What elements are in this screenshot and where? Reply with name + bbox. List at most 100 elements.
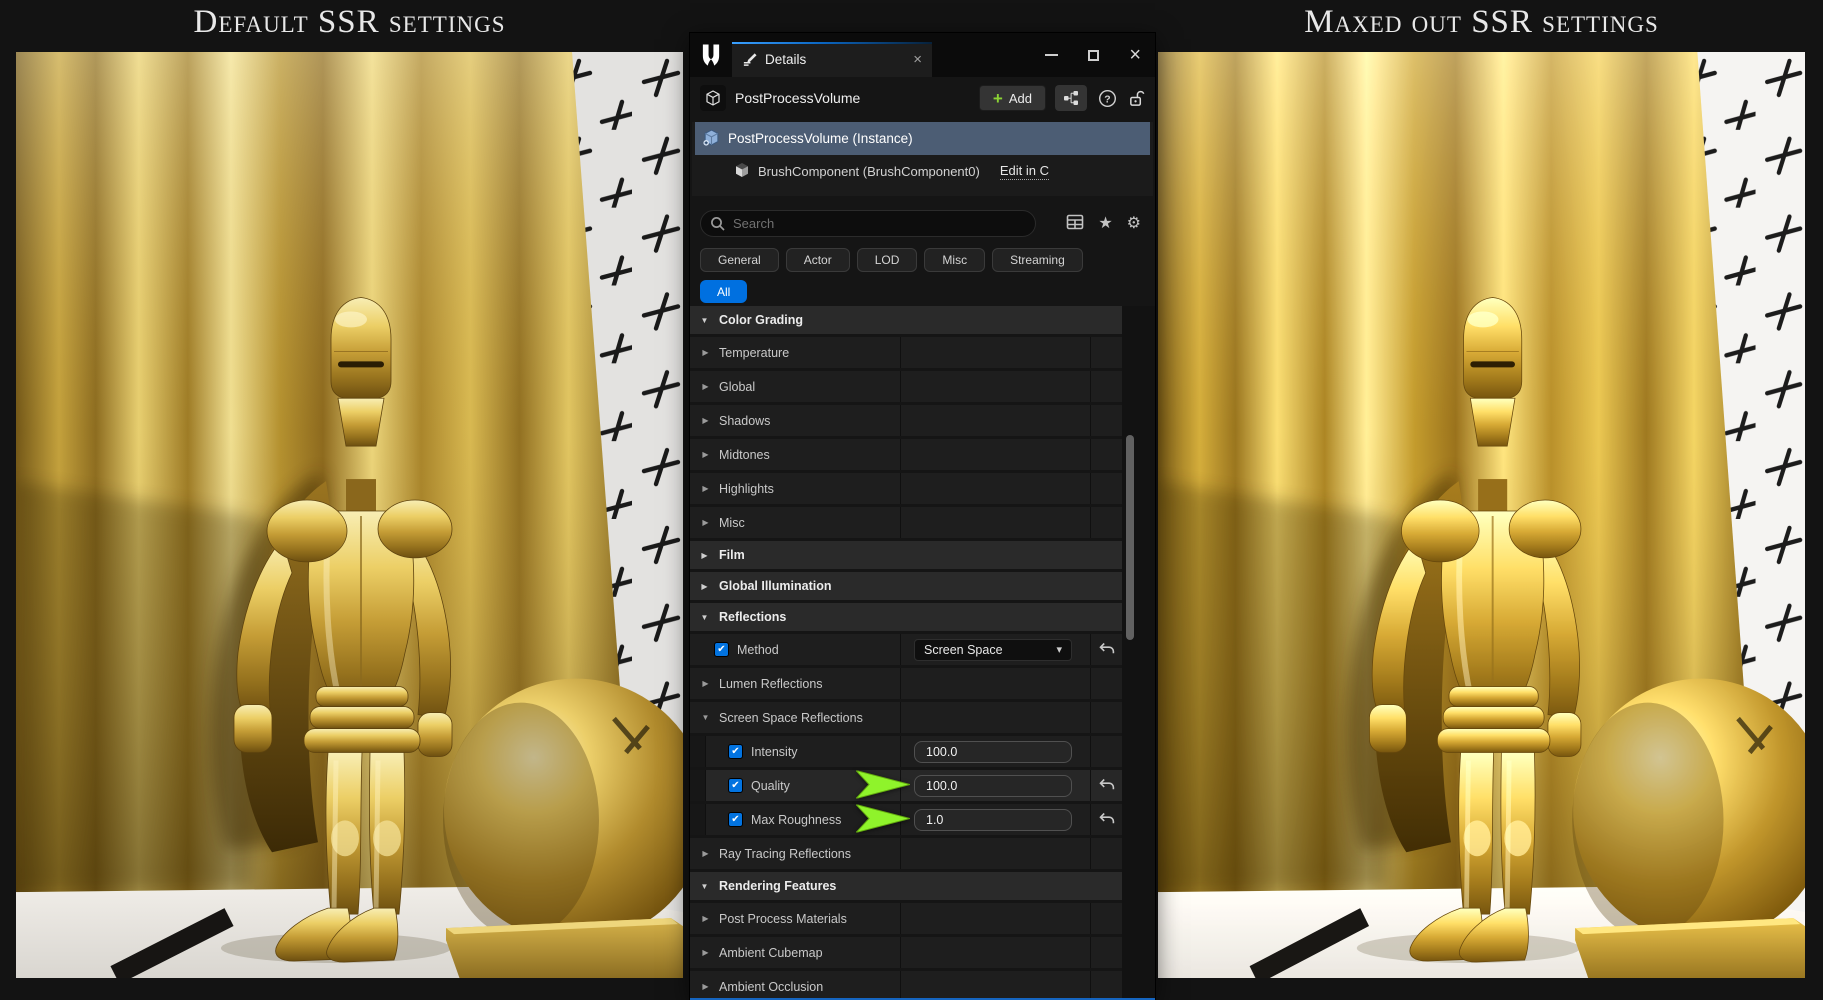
collapsed-triangle-icon[interactable]: ▶: [700, 450, 711, 459]
group-temperature-row[interactable]: ▶Temperature: [690, 337, 1122, 368]
details-panel: Details × × PostProcessVolume + Add ?: [690, 33, 1155, 1000]
property-label: Shadows: [719, 414, 770, 428]
property-intensity-row[interactable]: ✔Intensity100.0: [690, 736, 1122, 767]
add-button[interactable]: + Add: [979, 85, 1046, 111]
filter-general-button[interactable]: General: [700, 248, 779, 272]
category-rendering-features[interactable]: ▼ Rendering Features: [690, 872, 1122, 900]
category-color-grading[interactable]: ▼Color Grading: [690, 306, 1122, 334]
reset-to-default-button[interactable]: [1099, 642, 1115, 658]
group-highlights-row[interactable]: ▶ Highlights: [690, 473, 1122, 504]
plus-icon: +: [993, 90, 1003, 107]
property-label: Highlights: [719, 482, 774, 496]
tab-details[interactable]: Details ×: [732, 42, 932, 77]
method-checkbox[interactable]: ✔: [714, 642, 729, 657]
collapsed-triangle-icon[interactable]: ▶: [699, 582, 710, 591]
group-post-process-materials-row[interactable]: ▶Post Process Materials: [690, 903, 1122, 934]
details-toolbar: PostProcessVolume + Add ?: [690, 77, 1155, 119]
brush-component-row[interactable]: BrushComponent (BrushComponent0) Edit in…: [692, 155, 1153, 188]
category-reflections[interactable]: ▼Reflections: [690, 603, 1122, 631]
search-icon: [710, 216, 726, 235]
window-controls: ×: [1045, 33, 1141, 77]
collapsed-triangle-icon[interactable]: ▶: [700, 484, 711, 493]
group-shadows-row[interactable]: ▶ Shadows: [690, 405, 1122, 436]
search-input[interactable]: [733, 211, 1025, 236]
group-ambient-cubemap-row[interactable]: ▶Ambient Cubemap: [690, 937, 1122, 968]
category-global-illumination[interactable]: ▶Global Illumination: [690, 572, 1122, 600]
group-lumen-reflections-row[interactable]: ▶ Lumen Reflections: [690, 668, 1122, 699]
property-label: Quality: [751, 779, 790, 793]
filter-streaming-button[interactable]: Streaming: [992, 248, 1083, 272]
details-tab-icon: [742, 51, 757, 69]
window-maximize-button[interactable]: [1088, 50, 1099, 61]
favorites-star-icon[interactable]: ★: [1098, 216, 1112, 232]
reset-to-default-button[interactable]: [1099, 812, 1115, 828]
collapsed-triangle-icon[interactable]: ▶: [700, 679, 711, 688]
collapsed-triangle-icon[interactable]: ▶: [700, 348, 711, 357]
property-method-row[interactable]: ✔ Method Screen Space▾: [690, 634, 1122, 665]
reset-to-default-button[interactable]: [1099, 778, 1115, 794]
scrollbar-thumb[interactable]: [1126, 435, 1134, 640]
edit-in-cpp-link[interactable]: Edit in C: [1000, 163, 1049, 180]
green-highlight-arrow-icon: [856, 770, 910, 801]
category-filter-buttons: General Actor LODMisc Streaming: [700, 248, 1083, 272]
display-options-grid-icon[interactable]: [1066, 213, 1084, 234]
category-label: Rendering Features: [719, 879, 836, 893]
collapsed-triangle-icon[interactable]: ▶: [700, 982, 711, 991]
quality-checkbox[interactable]: ✔: [728, 778, 743, 793]
component-hierarchy-button[interactable]: [1055, 85, 1087, 111]
add-button-label: Add: [1009, 91, 1032, 106]
expanded-triangle-icon[interactable]: ▼: [700, 713, 711, 722]
method-dropdown[interactable]: Screen Space▾: [914, 639, 1072, 661]
property-label: Ray Tracing Reflections: [719, 847, 851, 861]
collapsed-triangle-icon[interactable]: ▶: [700, 948, 711, 957]
property-quality-row[interactable]: ✔ Quality 100.0: [690, 770, 1122, 801]
max-roughness-checkbox[interactable]: ✔: [728, 812, 743, 827]
tab-label: Details: [765, 52, 806, 67]
window-close-button[interactable]: ×: [1129, 45, 1141, 65]
selected-object-name: PostProcessVolume: [735, 90, 860, 106]
unlock-icon[interactable]: [1128, 89, 1145, 107]
search-box[interactable]: [700, 210, 1036, 237]
component-tree: PostProcessVolume (Instance) BrushCompon…: [692, 122, 1153, 196]
quality-input[interactable]: 100.0: [914, 775, 1072, 797]
expanded-triangle-icon[interactable]: ▼: [699, 882, 710, 891]
settings-gear-icon[interactable]: ⚙: [1127, 216, 1141, 232]
property-label: Lumen Reflections: [719, 677, 823, 691]
group-screen-space-reflections-row[interactable]: ▼Screen Space Reflections: [690, 702, 1122, 733]
window-minimize-button[interactable]: [1045, 54, 1058, 56]
expanded-triangle-icon[interactable]: ▼: [699, 613, 710, 622]
collapsed-triangle-icon[interactable]: ▶: [700, 518, 711, 527]
property-label: Global: [719, 380, 755, 394]
tab-close-icon[interactable]: ×: [913, 51, 922, 68]
filter-all-button[interactable]: All: [700, 280, 747, 303]
group-ray-tracing-reflections-row[interactable]: ▶ Ray Tracing Reflections: [690, 838, 1122, 869]
filter-lod-button[interactable]: LOD: [857, 248, 918, 272]
max-roughness-input[interactable]: 1.0: [914, 809, 1072, 831]
group-misc-row[interactable]: ▶Misc: [690, 507, 1122, 538]
scrollbar-track[interactable]: [1122, 306, 1155, 998]
category-film[interactable]: ▶Film: [690, 541, 1122, 569]
intensity-input[interactable]: 100.0: [914, 741, 1072, 763]
search-row: ★ ⚙: [698, 210, 1147, 238]
collapsed-triangle-icon[interactable]: ▶: [700, 849, 711, 858]
search-side-icons: ★ ⚙: [1066, 213, 1141, 234]
expanded-triangle-icon[interactable]: ▼: [699, 316, 710, 325]
filter-actor-button[interactable]: Actor: [786, 248, 850, 272]
collapsed-triangle-icon[interactable]: ▶: [700, 914, 711, 923]
panel-tab-bar: Details × ×: [690, 33, 1155, 77]
group-global-row[interactable]: ▶ Global: [690, 371, 1122, 402]
collapsed-triangle-icon[interactable]: ▶: [700, 382, 711, 391]
collapsed-triangle-icon[interactable]: ▶: [699, 551, 710, 560]
group-midtones-row[interactable]: ▶Midtones: [690, 439, 1122, 470]
unreal-engine-logo-icon: [690, 33, 732, 77]
group-ambient-occlusion-row[interactable]: ▶Ambient Occlusion: [690, 971, 1122, 998]
comparison-screenshot: Default SSR settings Maxed out SSR setti…: [0, 0, 1823, 1000]
property-label: Method: [737, 643, 779, 657]
property-max-roughness-row[interactable]: ✔Max Roughness1.0: [690, 804, 1122, 835]
help-icon[interactable]: ?: [1098, 89, 1117, 108]
collapsed-triangle-icon[interactable]: ▶: [700, 416, 711, 425]
filter-misc-button[interactable]: Misc: [924, 248, 985, 272]
postprocessvolume-cube-icon: [700, 85, 726, 111]
intensity-checkbox[interactable]: ✔: [728, 744, 743, 759]
instance-row-selected[interactable]: PostProcessVolume (Instance): [695, 122, 1150, 155]
